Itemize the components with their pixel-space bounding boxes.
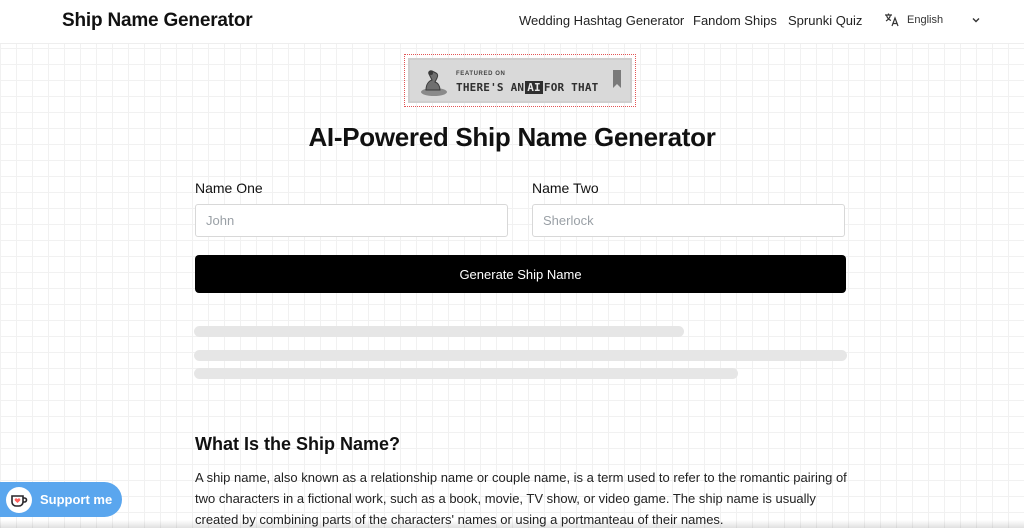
badge-panel: FEATURED ON THERE'S AN AI FOR THAT [408,58,632,103]
badge-text-ai: AI [525,81,543,94]
nav-link-fandom-ships[interactable]: Fandom Ships [693,13,777,28]
name-two-label: Name Two [532,180,599,196]
name-one-input[interactable] [195,204,508,237]
site-logo[interactable]: Ship Name Generator [62,10,253,32]
language-selector[interactable]: English [884,12,981,28]
info-heading: What Is the Ship Name? [195,434,401,454]
chevron-down-icon [972,18,980,23]
support-me-label: Support me [40,492,113,507]
loading-skeleton-line [194,368,738,379]
robot-arm-icon [421,70,447,96]
nav-link-sprunki-quiz[interactable]: Sprunki Quiz [788,13,862,28]
badge-title: THERE'S AN AI FOR THAT [456,81,598,94]
site-header: Ship Name Generator Wedding Hashtag Gene… [0,0,1024,44]
bottom-shadow [0,520,1024,528]
badge-featured-text: FEATURED ON [456,71,506,77]
name-two-input[interactable] [532,204,845,237]
bookmark-icon [613,70,621,88]
coffee-cup-icon [11,494,28,507]
badge-text-after: FOR THAT [543,81,599,94]
page-title: AI-Powered Ship Name Generator [308,122,716,152]
translate-icon [885,13,899,27]
badge-text-before: THERE'S AN [456,81,525,94]
nav-link-wedding-hashtag[interactable]: Wedding Hashtag Generator [519,13,684,28]
loading-skeleton-line [194,350,847,361]
generate-button[interactable]: Generate Ship Name [195,255,846,293]
loading-skeleton-line [194,326,684,337]
name-one-label: Name One [195,180,263,196]
coffee-heart-icon [6,486,32,513]
support-me-button[interactable]: Support me [0,482,122,517]
info-paragraph: A ship name, also known as a relationshi… [195,470,847,527]
language-label: English [907,14,944,26]
featured-badge[interactable]: FEATURED ON THERE'S AN AI FOR THAT [404,54,636,107]
